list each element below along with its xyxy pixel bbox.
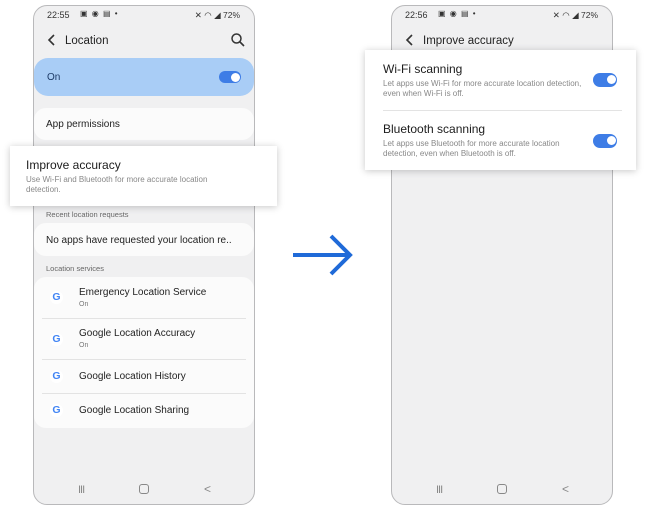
search-icon[interactable]: [228, 30, 248, 50]
bluetooth-scanning-switch[interactable]: [593, 134, 617, 148]
page-title: Location: [65, 35, 109, 47]
app-bar: Location: [34, 26, 254, 58]
wifi-icon: ◠: [562, 10, 570, 20]
google-icon: G: [50, 333, 63, 346]
recent-apps-icon[interactable]: III: [436, 484, 443, 496]
services-card: G Emergency Location Service On G Google…: [34, 277, 254, 428]
status-bar: 22:55 ▣ ◉ ▤ • ✕ ◠ ◢ 72%: [34, 6, 254, 24]
nav-back-icon[interactable]: <: [204, 482, 211, 496]
google-icon: G: [50, 291, 63, 304]
status-time: 22:56: [405, 10, 428, 20]
battery-percent: 72%: [580, 10, 598, 20]
scanning-settings-panel: Wi-Fi scanning Let apps use Wi-Fi for mo…: [365, 50, 636, 170]
bluetooth-scanning-title: Bluetooth scanning: [383, 122, 486, 136]
google-icon: G: [50, 404, 63, 417]
status-bar: 22:56 ▣ ◉ ▤ • ✕ ◠ ◢ 72%: [392, 6, 612, 24]
no-requests-text: No apps have requested your location re.…: [46, 235, 232, 246]
home-icon[interactable]: [139, 484, 149, 494]
list-item-location-sharing[interactable]: G Google Location Sharing: [34, 394, 254, 428]
list-item-emergency-location[interactable]: G Emergency Location Service On: [34, 277, 254, 318]
location-master-toggle[interactable]: On: [34, 58, 254, 96]
mute-icon: ✕: [552, 10, 560, 20]
location-settings-screen: 22:55 ▣ ◉ ▤ • ✕ ◠ ◢ 72% Location On App …: [33, 5, 255, 505]
navigation-bar: III <: [392, 478, 612, 504]
status-right: ✕ ◠ ◢ 72%: [553, 10, 598, 21]
improve-accuracy-title: Improve accuracy: [26, 158, 121, 172]
app-permissions-row[interactable]: App permissions: [34, 108, 254, 140]
page-title: Improve accuracy: [423, 35, 514, 47]
mute-icon: ✕: [194, 10, 202, 20]
master-switch[interactable]: [219, 71, 241, 83]
wifi-scanning-switch[interactable]: [593, 73, 617, 87]
service-name: Emergency Location Service: [79, 287, 207, 298]
back-icon[interactable]: [42, 30, 62, 50]
master-toggle-label: On: [47, 72, 61, 83]
service-name: Google Location Accuracy: [79, 328, 196, 339]
wifi-icon: ◠: [204, 10, 212, 20]
nav-back-icon[interactable]: <: [562, 482, 569, 496]
status-right: ✕ ◠ ◢ 72%: [195, 10, 240, 21]
signal-icon: ◢: [572, 10, 579, 20]
back-icon[interactable]: [400, 30, 420, 50]
recent-requests-header: Recent location requests: [46, 210, 129, 219]
service-status: On: [79, 342, 89, 349]
recent-requests-card: No apps have requested your location re.…: [34, 223, 254, 256]
recent-apps-icon[interactable]: III: [78, 484, 85, 496]
service-name: Google Location History: [79, 371, 186, 382]
service-name: Google Location Sharing: [79, 405, 190, 416]
google-icon: G: [50, 370, 63, 383]
wifi-scanning-description: Let apps use Wi-Fi for more accurate loc…: [383, 79, 582, 98]
wifi-scanning-title: Wi-Fi scanning: [383, 62, 463, 76]
services-header: Location services: [46, 264, 104, 273]
app-permissions-label: App permissions: [46, 119, 120, 130]
arrow-right-icon: [293, 234, 353, 276]
navigation-bar: III <: [34, 478, 254, 504]
battery-percent: 72%: [222, 10, 240, 20]
notification-icons: ▣ ◉ ▤ •: [438, 9, 477, 18]
improve-accuracy-row[interactable]: Improve accuracy Use Wi-Fi and Bluetooth…: [10, 146, 277, 206]
improve-accuracy-description: Use Wi-Fi and Bluetooth for more accurat…: [26, 175, 208, 194]
notification-icons: ▣ ◉ ▤ •: [80, 9, 119, 18]
list-item-location-accuracy[interactable]: G Google Location Accuracy On: [34, 319, 254, 359]
bluetooth-scanning-description: Let apps use Bluetooth for more accurate…: [383, 139, 560, 158]
list-item-location-history[interactable]: G Google Location History: [34, 360, 254, 393]
bluetooth-scanning-row[interactable]: Bluetooth scanning Let apps use Bluetoot…: [365, 111, 636, 170]
wifi-scanning-row[interactable]: Wi-Fi scanning Let apps use Wi-Fi for mo…: [365, 50, 636, 110]
status-time: 22:55: [47, 10, 70, 20]
home-icon[interactable]: [497, 484, 507, 494]
service-status: On: [79, 301, 89, 308]
signal-icon: ◢: [214, 10, 221, 20]
